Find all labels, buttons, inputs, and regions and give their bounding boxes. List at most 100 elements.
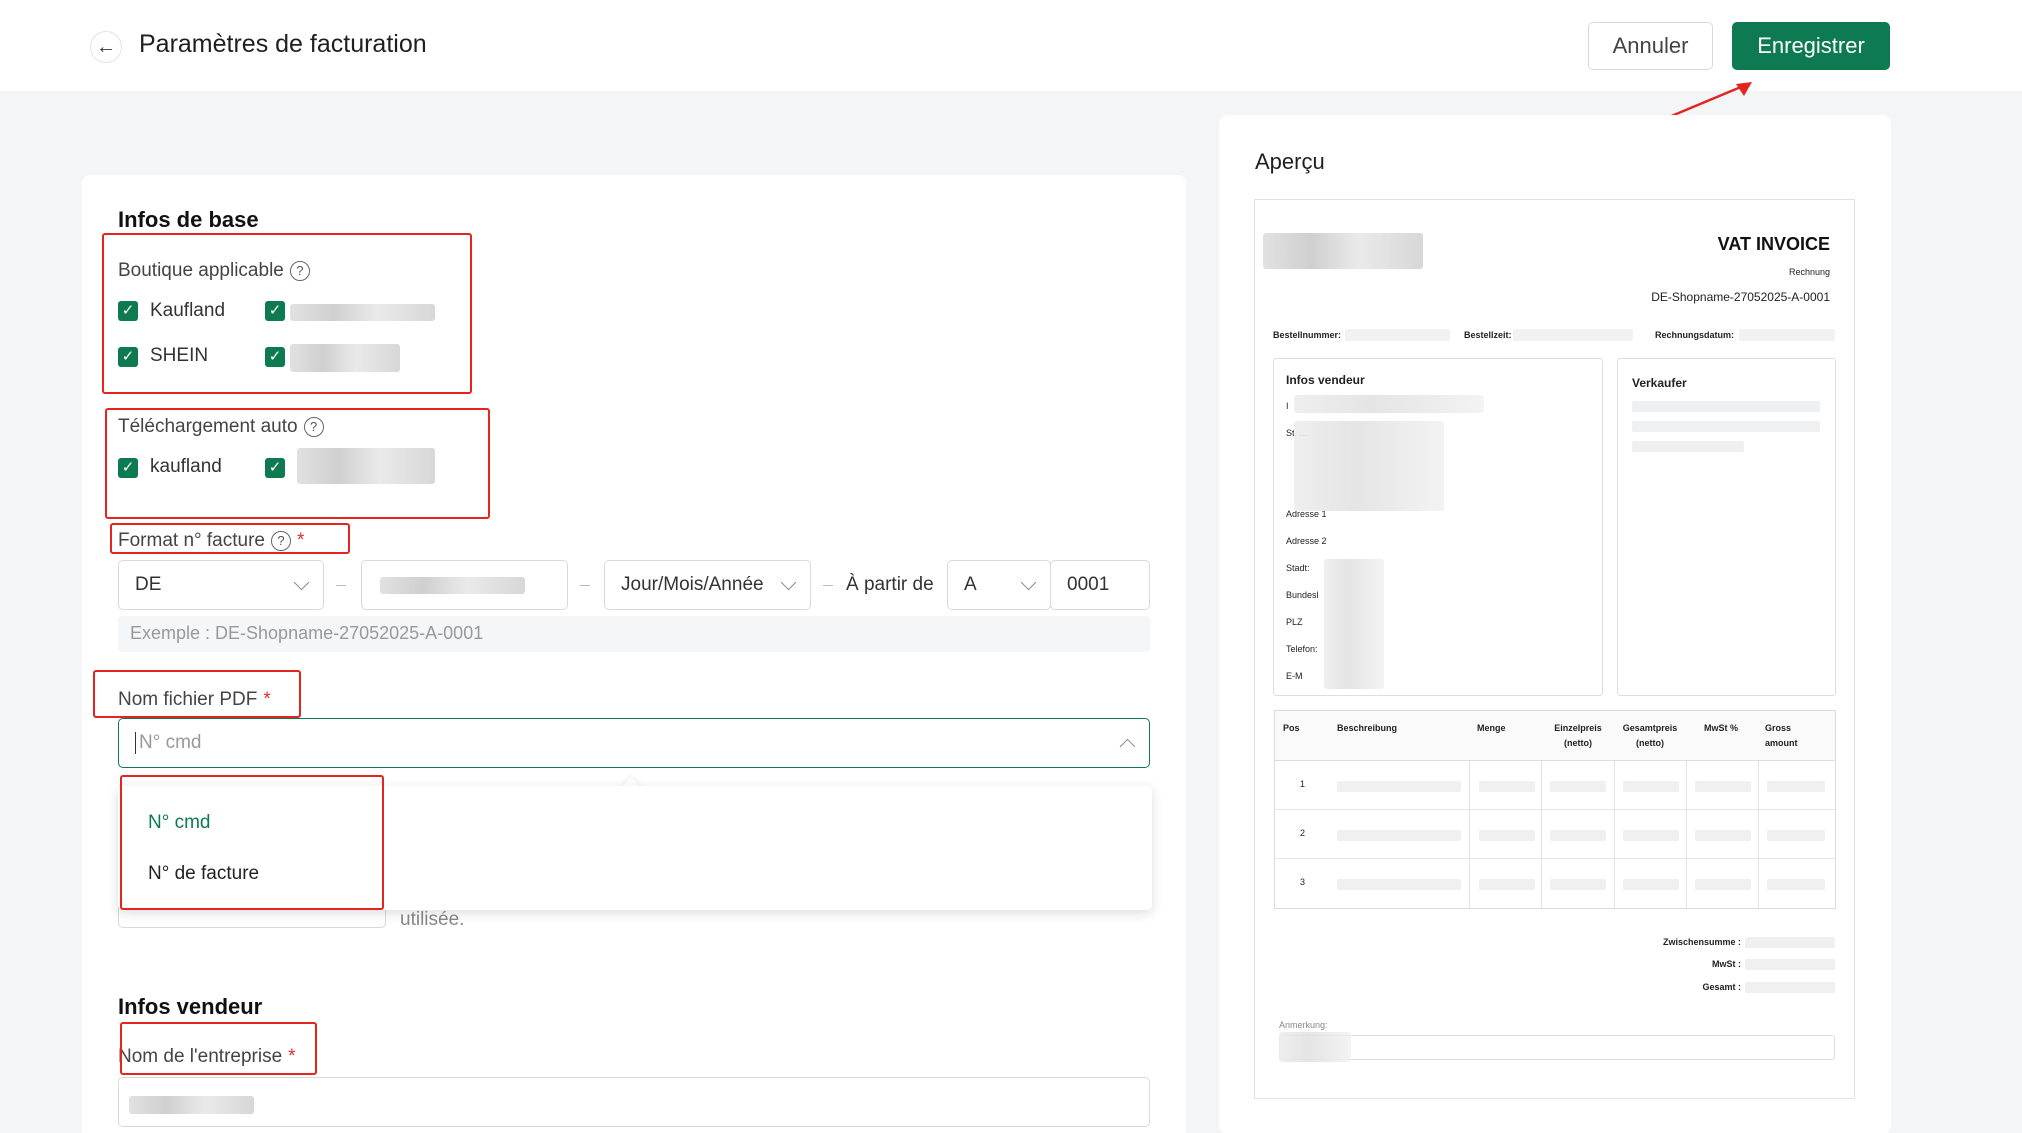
chevron-down-icon (780, 574, 797, 591)
page-title: Paramètres de facturation (139, 30, 427, 58)
seller-info-title: Infos vendeur (118, 994, 263, 1019)
redacted-seller-info (1324, 559, 1384, 689)
cell-placeholder (1550, 879, 1606, 890)
vat-label: MwSt : (1712, 959, 1741, 969)
redacted-seller-info (1294, 395, 1484, 413)
invoice-preview: VAT INVOICE Rechnung DE-Shopname-2705202… (1254, 199, 1855, 1099)
seller-box-title: Infos vendeur (1286, 373, 1365, 387)
row-number: 2 (1300, 828, 1306, 838)
total-value (1745, 982, 1835, 993)
pdf-name-select[interactable]: N° cmd (118, 718, 1150, 768)
cell-placeholder (1767, 830, 1825, 841)
chevron-down-icon (293, 574, 310, 591)
table-row: 3 (1275, 859, 1835, 908)
cell-placeholder (1695, 879, 1751, 890)
seller-info-box: Infos vendeur I St. ... Adresse 1 Adress… (1273, 358, 1603, 696)
cell-placeholder (1623, 879, 1679, 890)
format-example: Exemple : DE-Shopname-27052025-A-0001 (118, 616, 1150, 652)
pdf-name-placeholder: N° cmd (135, 732, 202, 754)
total-label: Gesamt : (1702, 982, 1741, 992)
shopname-input[interactable] (361, 560, 568, 610)
buyer-info-box: Verkaufer (1617, 358, 1836, 696)
series-select[interactable]: A (947, 560, 1051, 610)
buyer-field (1632, 421, 1820, 432)
remark-box (1279, 1035, 1835, 1060)
separator (336, 585, 346, 586)
cell-placeholder (1337, 830, 1461, 841)
company-name-input[interactable] (118, 1077, 1150, 1127)
cell-placeholder (1337, 879, 1461, 890)
seller-field: Stadt: (1286, 563, 1310, 573)
buyer-field (1632, 401, 1820, 412)
invoice-title: VAT INVOICE (1717, 234, 1830, 254)
separator (580, 585, 590, 586)
seller-field: Telefon: (1286, 644, 1318, 654)
annotation-box (102, 233, 472, 394)
redacted-shop-name (380, 577, 525, 594)
row-number: 1 (1300, 779, 1306, 789)
table-header-cell: Gesamtpreis (netto) (1622, 723, 1678, 748)
order-number-value (1345, 329, 1450, 341)
table-header: Pos Beschreibung Menge Einzelpreis (nett… (1275, 711, 1835, 761)
buyer-box-title: Verkaufer (1632, 376, 1687, 390)
table-header-cell: Beschreibung (1337, 723, 1398, 733)
preview-card: Aperçu VAT INVOICE Rechnung DE-Shopname-… (1219, 115, 1891, 1133)
table-header-cell: Gross amount (1765, 723, 1798, 748)
redacted-seller-info (1294, 421, 1444, 511)
annotation-box (120, 775, 384, 910)
row-number: 3 (1300, 877, 1306, 887)
annotation-box (93, 670, 301, 718)
cell-placeholder (1623, 830, 1679, 841)
invoice-date-label: Rechnungsdatum: (1655, 330, 1735, 340)
subtotal-value (1745, 937, 1835, 948)
save-button[interactable]: Enregistrer (1732, 22, 1890, 70)
invoice-date-value (1739, 329, 1835, 341)
table-row: 2 (1275, 810, 1835, 859)
cell-placeholder (1695, 781, 1751, 792)
order-number-label: Bestellnummer: (1273, 330, 1342, 340)
cancel-button[interactable]: Annuler (1588, 22, 1713, 70)
table-header-cell: MwSt % (1703, 723, 1738, 733)
cell-placeholder (1550, 830, 1606, 841)
cell-placeholder (1479, 781, 1535, 792)
invoice-subtitle: Rechnung (1788, 267, 1830, 277)
chevron-down-icon (1020, 574, 1037, 591)
table-row: 1 (1275, 761, 1835, 810)
seller-field: PLZ (1286, 617, 1303, 627)
from-label: À partir de (846, 574, 934, 595)
back-button[interactable]: ← (90, 31, 122, 63)
redacted-company-name (129, 1096, 254, 1114)
remark-label: Anmerkung: (1279, 1020, 1328, 1030)
cell-placeholder (1337, 781, 1461, 792)
prefix-select[interactable]: DE (118, 560, 324, 610)
annotation-box (110, 523, 350, 554)
cell-placeholder (1479, 879, 1535, 890)
invoice-number: DE-Shopname-27052025-A-0001 (1651, 290, 1830, 304)
table-header-cell: Menge (1477, 723, 1506, 733)
seller-field: Adresse 2 (1286, 536, 1327, 546)
vat-value (1745, 959, 1835, 970)
invoice-items-table: Pos Beschreibung Menge Einzelpreis (nett… (1274, 710, 1836, 909)
seller-field: Bundesl (1286, 590, 1319, 600)
start-number-input[interactable]: 0001 (1050, 560, 1150, 610)
buyer-field (1632, 441, 1744, 452)
subtotal-label: Zwischensumme : (1662, 937, 1741, 947)
table-header-cell: Einzelpreis (netto) (1554, 723, 1602, 748)
seller-field: I (1286, 401, 1289, 411)
date-format-select[interactable]: Jour/Mois/Année (604, 560, 811, 610)
preview-title: Aperçu (1255, 149, 1325, 174)
cell-placeholder (1767, 879, 1825, 890)
cell-placeholder (1695, 830, 1751, 841)
table-header-cell: Pos (1283, 723, 1300, 733)
annotation-box (105, 408, 490, 519)
chevron-up-icon (1119, 738, 1136, 755)
cell-placeholder (1767, 781, 1825, 792)
arrow-left-icon: ← (96, 35, 116, 58)
redacted-logo (1263, 233, 1423, 269)
cell-placeholder (1550, 781, 1606, 792)
used-text: utilisée. (400, 909, 465, 930)
seller-field: E-M (1286, 671, 1303, 681)
order-time-label: Bestellzeit: (1464, 330, 1512, 340)
separator (823, 585, 833, 586)
cell-placeholder (1479, 830, 1535, 841)
